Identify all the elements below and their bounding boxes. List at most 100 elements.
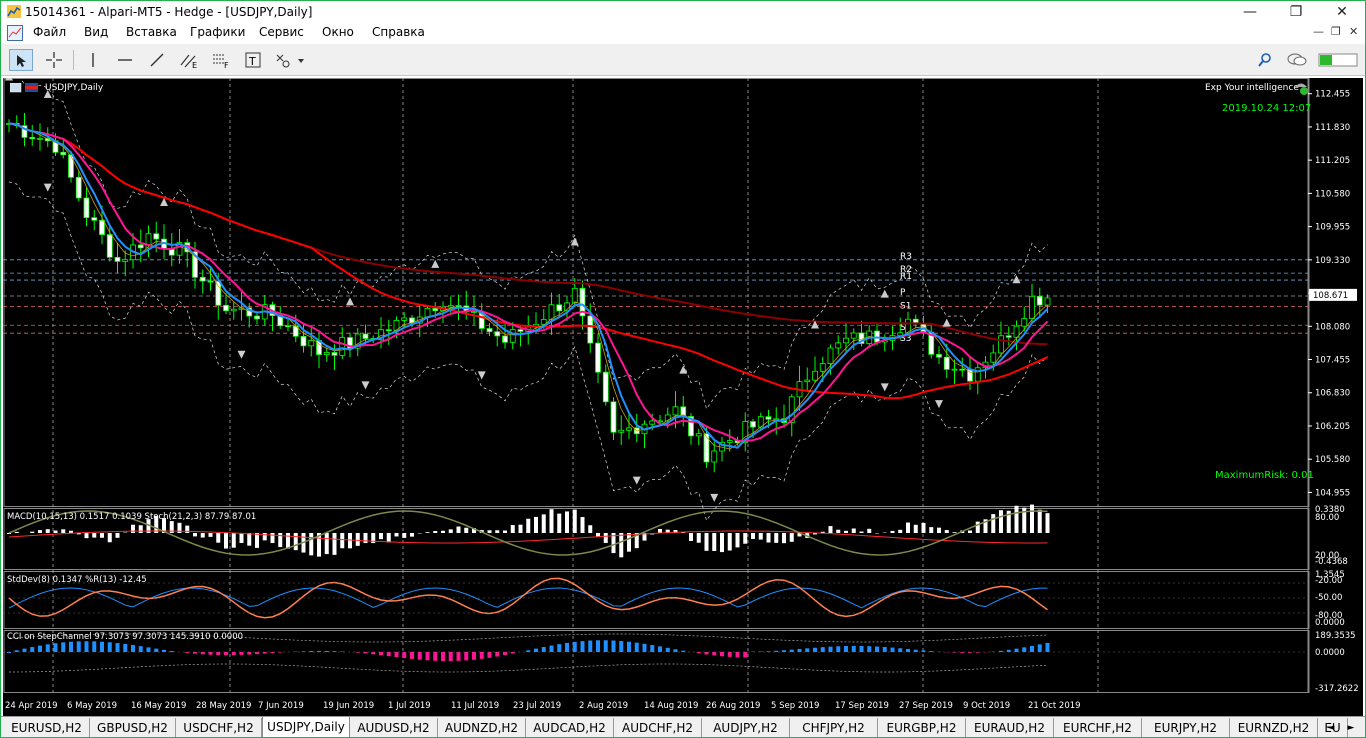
- tab-audcad-h2[interactable]: AUDCAD,H2: [526, 718, 614, 738]
- candle-bull: [424, 308, 431, 318]
- chat-icon[interactable]: [1285, 49, 1309, 71]
- menu-charts[interactable]: Графики: [190, 25, 245, 39]
- price-chart-canvas[interactable]: 112.455 111.830 111.205 110.580 109.955 109.3…: [3, 78, 1363, 716]
- tab-euraud-h2[interactable]: EURAUD,H2: [966, 718, 1054, 738]
- tab-gbpusd-h2[interactable]: GBPUSD,H2: [90, 718, 176, 738]
- macd-histogram-bar: [355, 533, 360, 546]
- tab-usdjpy-daily[interactable]: USDJPY,Daily: [262, 717, 350, 738]
- crosshair-tool-icon[interactable]: [42, 49, 66, 71]
- tab-audnzd-h2[interactable]: AUDNZD,H2: [438, 718, 526, 738]
- candle-bear: [83, 197, 90, 218]
- candle-bear: [587, 315, 594, 344]
- macd-histogram-bar: [363, 533, 368, 544]
- candle-bear: [362, 333, 369, 339]
- fractal-down-arrow: [880, 383, 889, 392]
- candle-bull: [835, 342, 842, 349]
- menu-window[interactable]: Окно: [322, 25, 354, 39]
- horizontal-line-icon[interactable]: [113, 49, 137, 71]
- mdi-restore-button[interactable]: ❐: [1331, 25, 1341, 38]
- candle-bear: [207, 280, 214, 283]
- cci-histogram-bar: [820, 647, 825, 652]
- macd-histogram-bar: [464, 527, 469, 533]
- macd-histogram-bar: [216, 533, 221, 543]
- signal-strength-icon[interactable]: [1317, 49, 1359, 71]
- candle-bull: [308, 340, 315, 347]
- candle-bear: [285, 325, 291, 328]
- macd-histogram-bar: [789, 533, 794, 542]
- cci-histogram-bar: [61, 642, 66, 652]
- macd-histogram-bar: [402, 533, 407, 538]
- tab-scroll-right-icon[interactable]: ►: [1342, 718, 1360, 738]
- cci-histogram-bar: [1030, 645, 1034, 652]
- cci-histogram-bar: [882, 647, 887, 652]
- title-bar: 15014361 - Alpari-MT5 - Hedge - [USDJPY,…: [0, 0, 1366, 22]
- macd-histogram-bar: [727, 533, 732, 551]
- tab-audusd-h2[interactable]: AUDUSD,H2: [350, 718, 438, 738]
- expert-label: Exp Your intelligence: [1205, 83, 1299, 93]
- stddev-tick-label: -20.00: [1315, 576, 1342, 586]
- tab-eurnzd-h2[interactable]: EURNZD,H2: [1230, 718, 1318, 738]
- menu-insert[interactable]: Вставка: [126, 25, 177, 39]
- macd-histogram-bar: [69, 530, 73, 533]
- cci-histogram-bar: [875, 646, 879, 652]
- macd-histogram-bar: [999, 510, 1003, 533]
- menu-tools[interactable]: Сервис: [259, 25, 304, 39]
- macd-histogram-bar: [185, 525, 190, 533]
- date-tick-label: 24 Apr 2019: [5, 701, 58, 711]
- close-button[interactable]: ✕: [1319, 1, 1365, 23]
- pivot-label-p: P: [900, 288, 906, 298]
- macd-histogram-bar: [441, 530, 445, 533]
- cci-histogram-bar: [642, 643, 647, 652]
- macd-histogram-bar: [503, 530, 507, 533]
- tab-eurjpy-h2[interactable]: EURJPY,H2: [1142, 718, 1230, 738]
- macd-histogram-bar: [247, 533, 252, 546]
- text-label-icon[interactable]: T: [241, 49, 265, 71]
- macd-histogram-bar: [890, 530, 895, 533]
- cci-histogram-bar: [565, 642, 569, 652]
- cci-histogram-bar: [735, 652, 740, 658]
- macd-histogram-bar: [526, 518, 531, 533]
- maximize-button[interactable]: ❐: [1273, 1, 1319, 23]
- cci-histogram-bar: [596, 640, 600, 652]
- cursor-tool-icon[interactable]: [9, 49, 33, 71]
- vertical-line-icon[interactable]: [81, 49, 105, 71]
- tab-eurchf-h2[interactable]: EURCHF,H2: [1054, 718, 1142, 738]
- shapes-dropdown-icon[interactable]: [273, 49, 307, 71]
- cci-histogram-bar: [867, 646, 872, 652]
- macd-label: MACD(10,15,13) 0.1517 0.1039 Stoch(21,2,…: [7, 512, 257, 522]
- candle-bear: [60, 151, 67, 156]
- chart-window-icon[interactable]: [7, 25, 23, 41]
- cci-histogram-bar: [208, 652, 213, 655]
- fibonacci-icon[interactable]: F: [209, 49, 233, 71]
- search-icon[interactable]: [1253, 49, 1277, 71]
- date-tick-label: 27 Sep 2019: [899, 701, 953, 711]
- tab-eurusd-h2[interactable]: EURUSD,H2: [4, 718, 90, 738]
- minimize-button[interactable]: —: [1227, 1, 1273, 23]
- tab-eurgbp-h2[interactable]: EURGBP,H2: [878, 718, 966, 738]
- trendline-icon[interactable]: [145, 49, 169, 71]
- tab-audchf-h2[interactable]: AUDCHF,H2: [614, 718, 702, 738]
- tab-usdchf-h2[interactable]: USDCHF,H2: [176, 718, 262, 738]
- macd-histogram-bar: [340, 533, 345, 549]
- chart-area[interactable]: 112.455 111.830 111.205 110.580 109.955 109.3…: [3, 78, 1363, 716]
- candle-bear: [75, 176, 82, 199]
- macd-tick-label: -0.4368: [1315, 557, 1348, 567]
- mdi-close-button[interactable]: ✕: [1349, 25, 1358, 38]
- menu-file[interactable]: Файл: [33, 25, 66, 39]
- cci-histogram-bar: [828, 646, 833, 652]
- tab-scroll-left-icon[interactable]: ◄: [1322, 718, 1340, 738]
- envelope-lower: [8, 181, 1048, 522]
- menu-view[interactable]: Вид: [84, 25, 108, 39]
- candle-bull: [471, 311, 477, 313]
- menu-help[interactable]: Справка: [372, 25, 425, 39]
- cci-histogram-bar: [255, 652, 259, 655]
- tab-chfjpy-h2[interactable]: CHFJPY,H2: [790, 718, 878, 738]
- macd-histogram-bar: [580, 517, 585, 533]
- chart-header-icons: [10, 83, 38, 93]
- mdi-minimize-button[interactable]: —: [1313, 25, 1324, 38]
- date-tick-label: 7 Jun 2019: [258, 701, 304, 711]
- macd-histogram-bar: [38, 530, 42, 533]
- equidistant-channel-icon[interactable]: E: [177, 49, 201, 71]
- tab-audjpy-h2[interactable]: AUDJPY,H2: [702, 718, 790, 738]
- macd-histogram-bar: [1014, 505, 1019, 533]
